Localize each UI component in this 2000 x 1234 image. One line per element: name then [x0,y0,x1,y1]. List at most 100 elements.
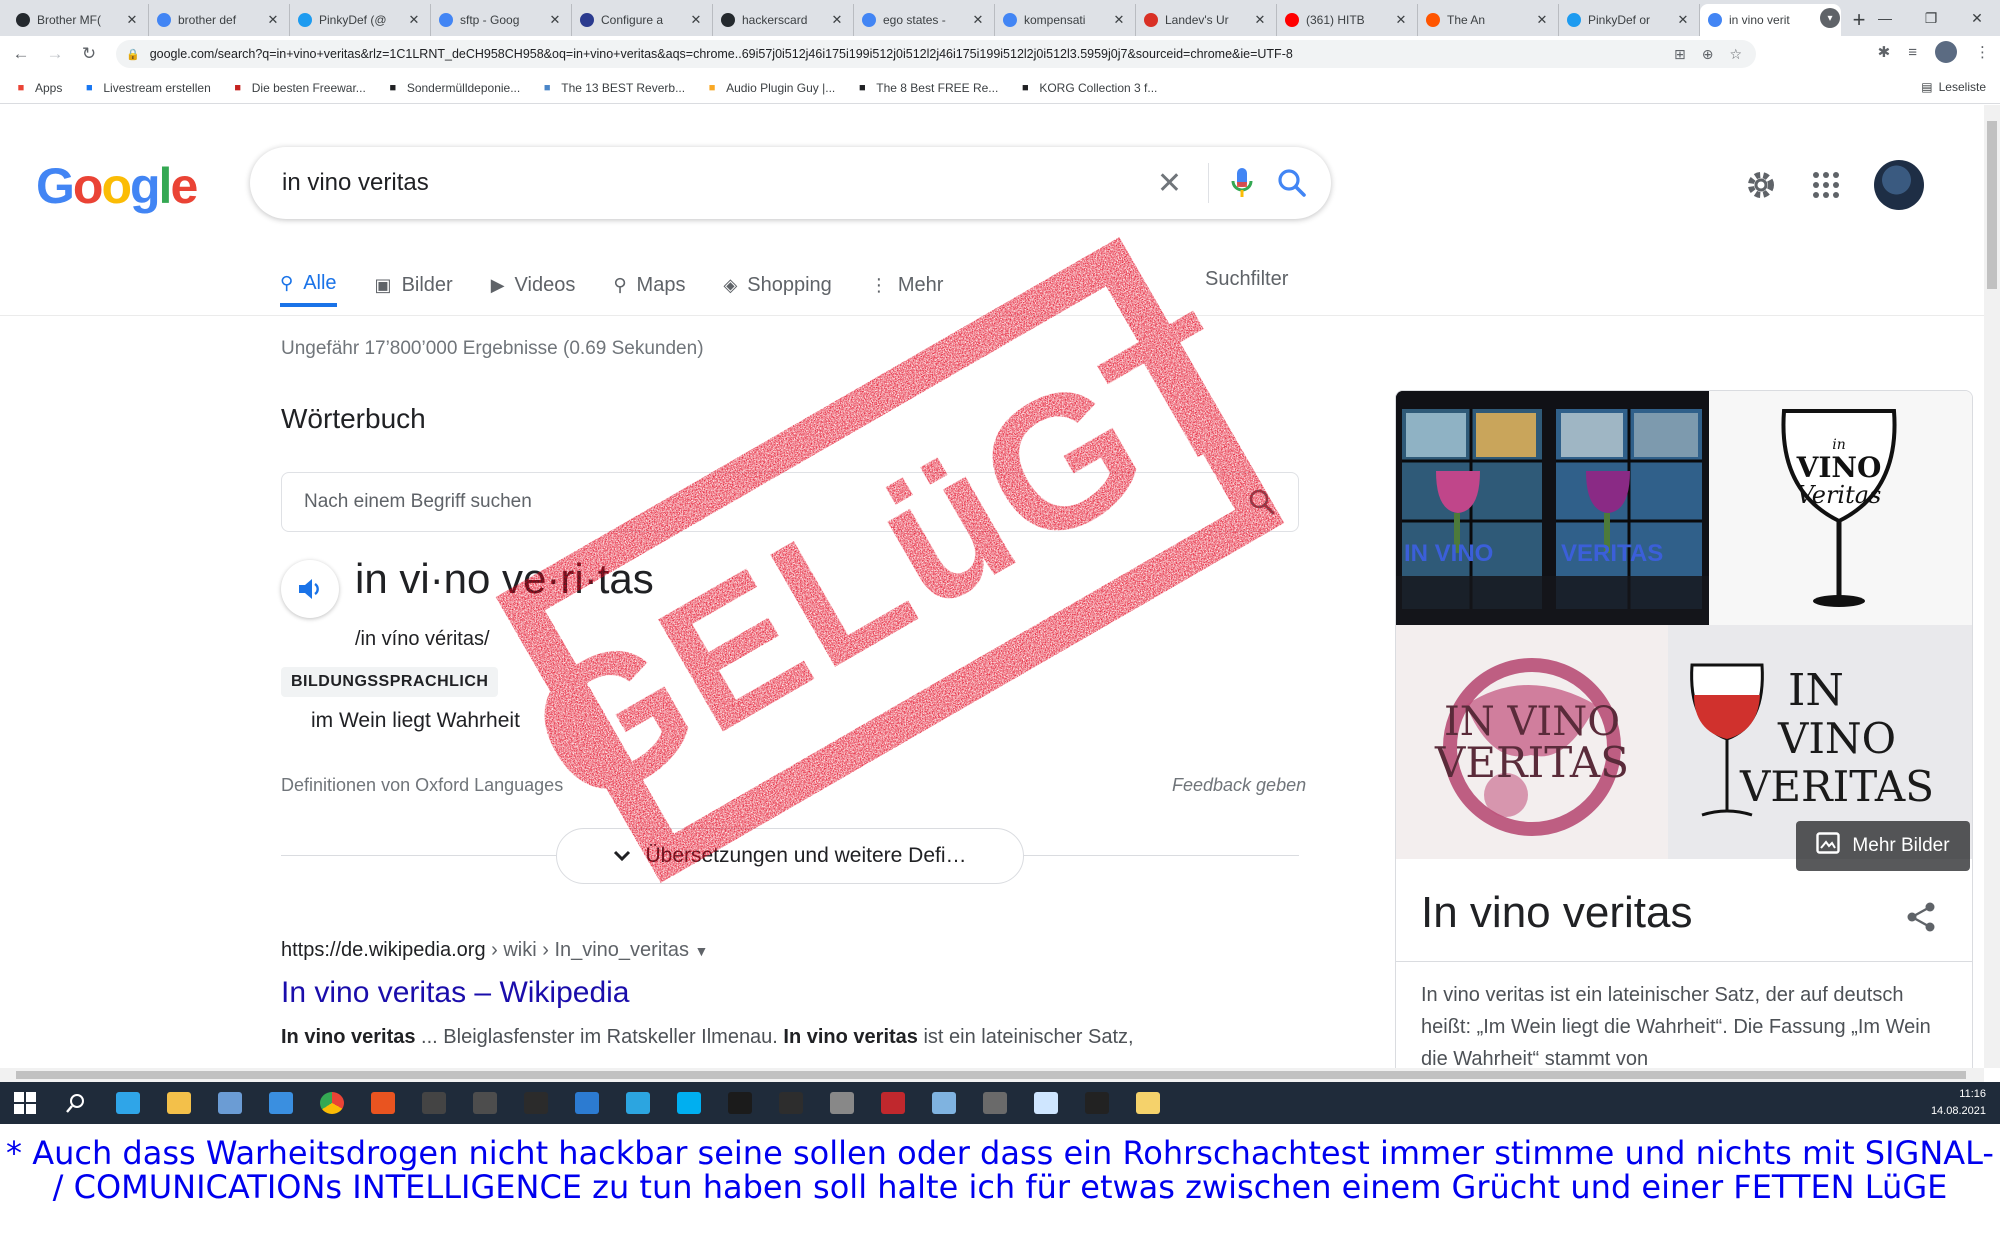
taskbar-bluetooth-icon[interactable] [561,1082,612,1124]
taskbar-edge-icon[interactable] [102,1082,153,1124]
account-avatar[interactable] [1874,160,1924,210]
menu-kebab-icon[interactable]: ⋮ [1975,43,1990,61]
extensions-icon[interactable]: ✱ [1878,43,1891,61]
vertical-scrollbar[interactable] [1984,105,2000,1068]
search-submit-icon[interactable] [1277,168,1307,198]
taskbar-inkscape-icon[interactable] [459,1082,510,1124]
bookmark-item[interactable]: ■ The 8 Best FREE Re... [855,81,998,95]
bookmark-item[interactable]: ■ Livestream erstellen [82,81,211,95]
search-tab-maps[interactable]: ⚲ Maps [613,263,685,307]
close-tab-icon[interactable]: ✕ [1393,12,1409,28]
taskbar-kali-icon[interactable] [765,1082,816,1124]
close-tab-icon[interactable]: ✕ [124,12,140,28]
search-tab-videos[interactable]: ▶ Videos [491,263,576,307]
taskbar-chrome-icon[interactable] [306,1082,357,1124]
bookmark-star-icon[interactable]: ☆ [1729,46,1742,63]
taskbar-search-icon[interactable] [51,1082,102,1124]
translate-icon[interactable]: ⊞ [1674,46,1686,63]
browser-tab[interactable]: kompensati ✕ [995,4,1136,36]
settings-gear-icon[interactable] [1744,168,1778,202]
browser-tab[interactable]: hackerscard ✕ [713,4,854,36]
close-tab-icon[interactable]: ✕ [406,12,422,28]
apps-grid-icon[interactable] [1812,171,1840,199]
search-tab-bilder[interactable]: ▣ Bilder [375,263,453,307]
close-tab-icon[interactable]: ✕ [1252,12,1268,28]
back-button[interactable]: ← [8,41,34,67]
taskbar-file-explorer-icon[interactable] [153,1082,204,1124]
bookmark-item[interactable]: ■ Sondermülldeponie... [386,81,520,95]
taskbar-windows-start-icon[interactable] [0,1082,51,1124]
taskbar-app-icon[interactable] [969,1082,1020,1124]
taskbar-voicemeeter-icon[interactable] [867,1082,918,1124]
address-bar[interactable]: 🔒 google.com/search?q=in+vino+veritas&rl… [116,40,1756,68]
maximize-button[interactable]: ❐ [1908,0,1954,36]
browser-tab[interactable]: Configure a ✕ [572,4,713,36]
browser-tab[interactable]: PinkyDef (@ ✕ [290,4,431,36]
share-icon[interactable] [1906,901,1936,933]
close-tab-icon[interactable]: ✕ [547,12,563,28]
tab-search-icon[interactable]: ▾ [1820,8,1840,28]
kp-image-wine-stain[interactable]: IN VINO VERITAS [1396,625,1668,859]
search-input[interactable]: in vino veritas [282,169,1157,197]
search-filter-button[interactable]: Suchfilter [1205,268,1288,291]
vertical-scroll-thumb[interactable] [1987,121,1997,289]
browser-tab[interactable]: PinkyDef or ✕ [1559,4,1700,36]
browser-tab[interactable]: The An ✕ [1418,4,1559,36]
result-menu-icon[interactable]: ▼ [695,943,709,959]
result-title-link[interactable]: In vino veritas – Wikipedia [281,976,630,1010]
bookmark-item[interactable]: ■ Die besten Freewar... [231,81,365,95]
close-tab-icon[interactable]: ✕ [829,12,845,28]
minimize-button[interactable]: — [1862,0,1908,36]
reading-list-button[interactable]: ▤ Leseliste [1921,80,1986,94]
close-tab-icon[interactable]: ✕ [970,12,986,28]
taskbar-notepad-icon[interactable] [1122,1082,1173,1124]
browser-tab[interactable]: ego states - ✕ [854,4,995,36]
close-tab-icon[interactable]: ✕ [265,12,281,28]
kp-image-stained-glass[interactable]: IN VINO VERITAS [1396,391,1709,625]
bookmark-item[interactable]: ■ Audio Plugin Guy |... [705,81,836,95]
profile-avatar[interactable] [1935,41,1957,63]
google-logo[interactable]: Google [36,157,198,215]
result-url[interactable]: https://de.wikipedia.org › wiki › In_vin… [281,939,708,962]
search-tab-shopping[interactable]: ◈ Shopping [723,263,831,307]
close-tab-icon[interactable]: ✕ [688,12,704,28]
taskbar-cloud-icon[interactable] [918,1082,969,1124]
kp-image-glass-lettering[interactable]: in VINO Veritas [1709,391,1972,625]
browser-tab[interactable]: Landev's Ur ✕ [1136,4,1277,36]
search-tab-alle[interactable]: ⚲ Alle [280,263,337,307]
close-window-button[interactable]: ✕ [1954,0,2000,36]
taskbar-clock[interactable]: 11:16 14.08.2021 [1931,1086,1986,1120]
bookmark-item[interactable]: ■ KORG Collection 3 f... [1018,81,1157,95]
taskbar-app2-icon[interactable] [1020,1082,1071,1124]
reload-button[interactable]: ↻ [76,41,102,67]
close-tab-icon[interactable]: ✕ [1111,12,1127,28]
bookmark-item[interactable]: ■ Apps [14,81,63,95]
feedback-link[interactable]: Feedback geben [1172,775,1306,796]
taskbar-skype-icon[interactable] [663,1082,714,1124]
zoom-icon[interactable]: ⊕ [1702,46,1714,63]
more-images-button[interactable]: Mehr Bilder [1796,821,1970,871]
taskbar-mail-icon[interactable] [255,1082,306,1124]
horizontal-scrollbar[interactable] [0,1068,1984,1082]
browser-tab[interactable]: brother def ✕ [149,4,290,36]
taskbar-store-icon[interactable] [204,1082,255,1124]
taskbar-ubuntu-icon[interactable] [357,1082,408,1124]
browser-tab[interactable]: Brother MF(✕ [8,4,149,36]
close-tab-icon[interactable]: ✕ [1534,12,1550,28]
media-control-icon[interactable]: ≡ [1908,44,1917,61]
browser-tab[interactable]: (361) HITB ✕ [1277,4,1418,36]
search-box[interactable]: in vino veritas ✕ [250,147,1331,219]
microphone-icon[interactable] [1231,167,1253,199]
search-tab-mehr[interactable]: ⋮ Mehr [870,263,944,307]
browser-tab[interactable]: sftp - Goog ✕ [431,4,572,36]
clear-search-icon[interactable]: ✕ [1157,166,1182,201]
taskbar-ghidra-icon[interactable] [408,1082,459,1124]
forward-button[interactable]: → [42,41,68,67]
close-tab-icon[interactable]: ✕ [1675,12,1691,28]
horizontal-scroll-thumb[interactable] [16,1071,1966,1079]
taskbar-tool-icon[interactable] [816,1082,867,1124]
taskbar-telegram-icon[interactable] [612,1082,663,1124]
url-text[interactable]: google.com/search?q=in+vino+veritas&rlz=… [150,47,1674,61]
pronunciation-speaker-icon[interactable] [281,560,339,618]
bookmark-item[interactable]: ■ The 13 BEST Reverb... [540,81,685,95]
